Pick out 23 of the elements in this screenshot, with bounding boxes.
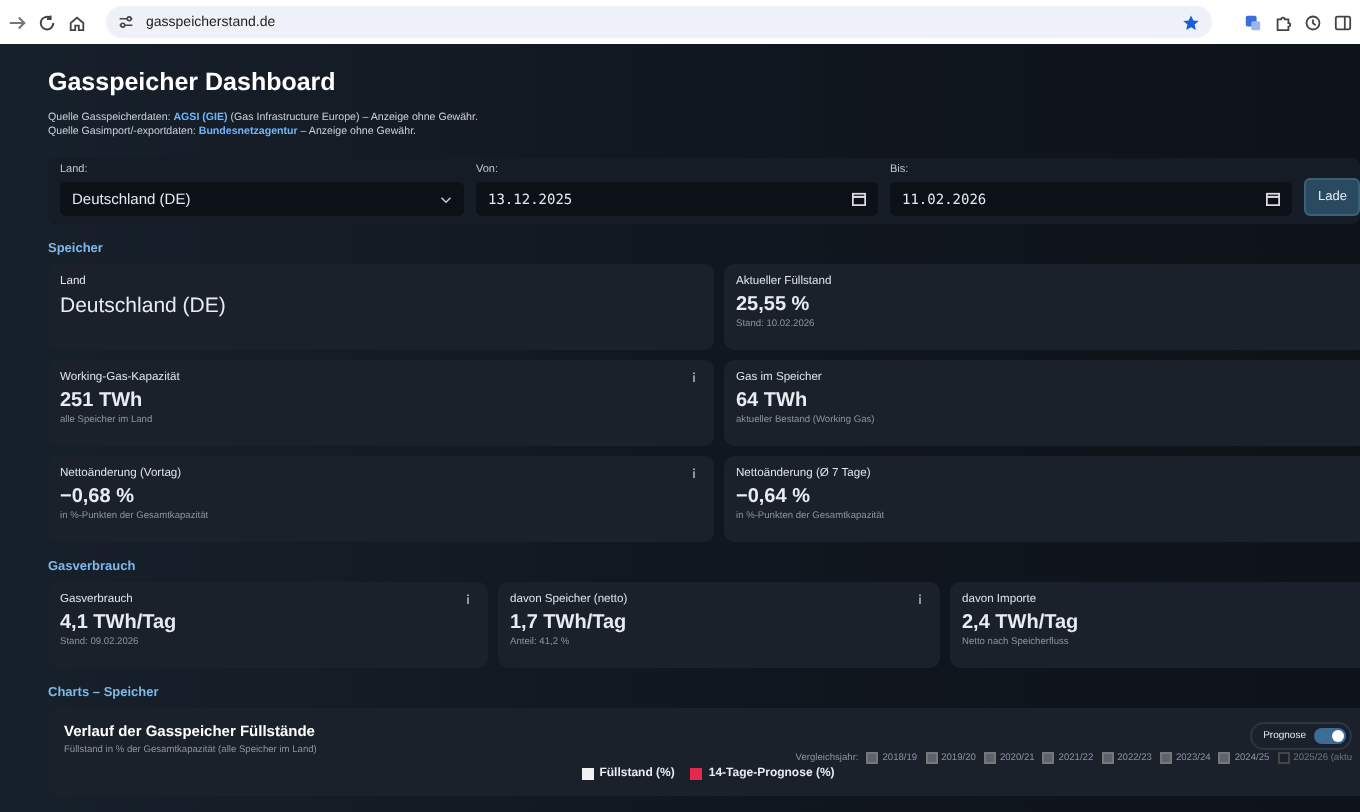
page-title: Gasspeicher Dashboard [48,68,338,96]
card-value: 2,4 TWh/Tag [962,612,1081,634]
forward-arrow-icon[interactable] [8,13,26,31]
card-value: −0,68 % [60,486,136,508]
site-settings-icon[interactable] [118,14,134,30]
card-value: 4,1 TWh/Tag [60,612,179,634]
side-panel-icon[interactable] [1334,13,1352,31]
star-icon[interactable] [1182,13,1200,31]
card-value: 25,55 % [736,294,812,316]
chevron-icon [440,195,452,203]
toggle-switch[interactable] [1314,728,1346,744]
card-value: 1,7 TWh/Tag [510,612,629,634]
reload-icon[interactable] [38,13,56,31]
card-value: 251 TWh [60,390,145,412]
puzzle-icon[interactable] [1274,13,1292,31]
card-value: Deutschland (DE) [60,294,228,318]
history-icon[interactable] [1304,13,1322,31]
card-value: 64 TWh [736,390,810,412]
calendar-icon[interactable] [1266,192,1280,206]
calendar-icon[interactable] [852,192,866,206]
translate-icon[interactable] [1244,13,1262,31]
home-icon[interactable] [68,13,86,31]
card-value: −0,64 % [736,486,812,508]
